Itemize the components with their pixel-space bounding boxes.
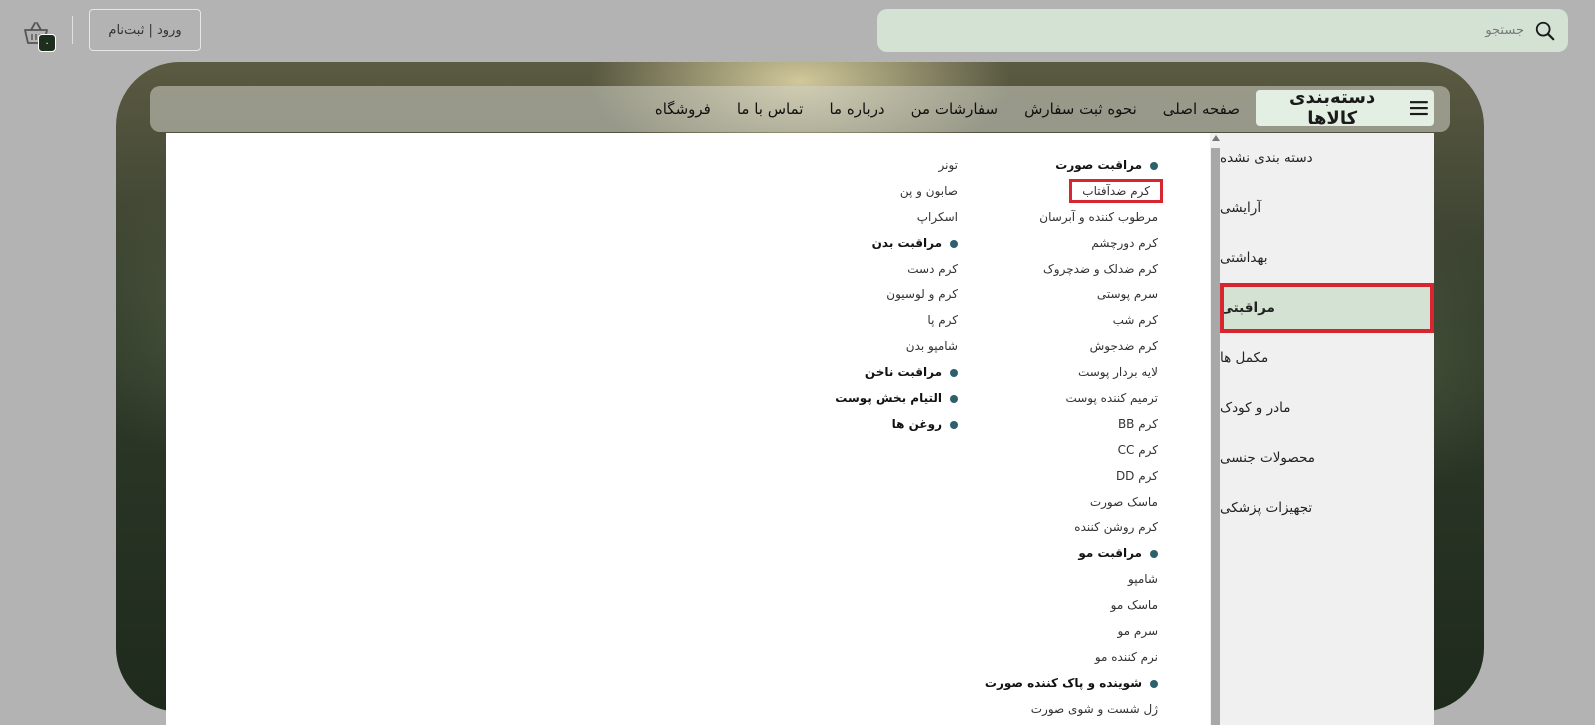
submenu-item[interactable]: ترمیم کننده پوست xyxy=(958,386,1158,412)
header-divider xyxy=(72,16,73,44)
nav-link-home[interactable]: صفحه اصلی xyxy=(1163,100,1240,118)
submenu-item[interactable]: کرم دست xyxy=(758,257,958,283)
cart-count-badge: ۰ xyxy=(38,34,56,52)
category-item-uncategorized[interactable]: دسته بندی نشده xyxy=(1220,136,1434,180)
submenu-item[interactable]: صابون و پن xyxy=(758,179,958,205)
login-register-button[interactable]: ورود | ثبت‌نام xyxy=(89,9,201,51)
category-item-adult-products[interactable]: محصولات جنسی xyxy=(1220,436,1434,480)
submenu-heading[interactable]: التیام بخش پوست xyxy=(758,386,958,412)
submenu-item[interactable]: مرطوب کننده و آبرسان xyxy=(958,205,1158,231)
submenu-item[interactable]: کرم ضدجوش xyxy=(958,334,1158,360)
nav-links: صفحه اصلی نحوه ثبت سفارش سفارشات من دربا… xyxy=(655,86,1240,132)
submenu-item[interactable]: کرم دورچشم xyxy=(958,231,1158,257)
submenu-item[interactable]: کرم روشن کننده xyxy=(958,515,1158,541)
search-bar xyxy=(877,9,1568,52)
submenu-item-label: کرم ضدآفتاب xyxy=(1069,178,1163,203)
nav-link-my-orders[interactable]: سفارشات من xyxy=(911,100,998,118)
submenu-item[interactable]: ژل شست و شوی صورت xyxy=(958,697,1158,723)
category-item-cosmetics[interactable]: آرایشی xyxy=(1220,186,1434,230)
submenu-item[interactable]: لایه بردار پوست xyxy=(958,360,1158,386)
submenu-column-2: تونر صابون و پن اسکراپ مراقبت بدن کرم دس… xyxy=(758,153,958,438)
cart-button[interactable]: ۰ xyxy=(22,20,58,52)
submenu-item[interactable]: کرم شب xyxy=(958,308,1158,334)
submenu-item[interactable]: کرم BB xyxy=(958,412,1158,438)
scroll-up-arrow-icon[interactable] xyxy=(1212,135,1220,141)
category-item-medical-equipment[interactable]: تجهیزات پزشکی xyxy=(1220,486,1434,530)
categories-menu-label: دسته‌بندی کالاها xyxy=(1289,87,1376,129)
nav-link-shop[interactable]: فروشگاه xyxy=(655,100,711,118)
submenu-item[interactable]: کرم DD xyxy=(958,464,1158,490)
submenu-item[interactable]: کرم ضدلک و ضدچروک xyxy=(958,257,1158,283)
submenu-item[interactable]: ماسک صورت xyxy=(958,490,1158,516)
category-item-care[interactable]: مراقبتی xyxy=(1220,283,1434,333)
submenu-item[interactable]: اسکراپ xyxy=(758,205,958,231)
category-item-hygiene[interactable]: بهداشتی xyxy=(1220,236,1434,280)
nav-link-how-to-order[interactable]: نحوه ثبت سفارش xyxy=(1024,100,1137,118)
menu-scrollbar[interactable] xyxy=(1211,133,1220,725)
category-item-supplements[interactable]: مکمل ها xyxy=(1220,336,1434,380)
hamburger-icon xyxy=(1410,101,1428,116)
submenu-item[interactable]: کرم و لوسیون xyxy=(758,282,958,308)
submenu-item[interactable]: کرم پا xyxy=(758,308,958,334)
category-list: دسته بندی نشده آرایشی بهداشتی مراقبتی مک… xyxy=(1210,133,1434,725)
search-input[interactable] xyxy=(882,14,1526,47)
submenu-heading[interactable]: روغن ها xyxy=(758,412,958,438)
submenu-heading[interactable]: مراقبت مو xyxy=(958,541,1158,567)
submenu-item[interactable]: کرم ضدآفتاب xyxy=(958,178,1163,205)
submenu-item[interactable]: شامپو xyxy=(958,567,1158,593)
submenu-column-1: مراقبت صورت کرم ضدآفتاب مرطوب کننده و آب… xyxy=(958,153,1163,723)
scrollbar-thumb[interactable] xyxy=(1211,148,1220,725)
submenu-item[interactable]: سرم پوستی xyxy=(958,282,1158,308)
nav-link-about[interactable]: درباره ما xyxy=(829,100,884,118)
submenu-heading[interactable]: مراقبت بدن xyxy=(758,231,958,257)
submenu-item[interactable]: ماسک مو xyxy=(958,593,1158,619)
submenu-item[interactable]: شامپو بدن xyxy=(758,334,958,360)
submenu-heading[interactable]: شوینده و پاک کننده صورت xyxy=(958,671,1158,697)
categories-menu-button[interactable]: دسته‌بندی کالاها xyxy=(1256,87,1434,129)
submenu-item[interactable]: نرم کننده مو xyxy=(958,645,1158,671)
mega-menu-panel: دسته بندی نشده آرایشی بهداشتی مراقبتی مک… xyxy=(166,133,1434,725)
submenu-item[interactable]: تونر xyxy=(758,153,959,179)
main-navbar: دسته‌بندی کالاها صفحه اصلی نحوه ثبت سفار… xyxy=(150,86,1450,132)
nav-link-contact[interactable]: تماس با ما xyxy=(737,100,804,118)
submenu-item[interactable]: کرم CC xyxy=(958,438,1158,464)
submenu-heading[interactable]: مراقبت صورت xyxy=(958,153,1158,179)
submenu-heading[interactable]: مراقبت ناخن xyxy=(758,360,958,386)
submenu-item[interactable]: سرم مو xyxy=(958,619,1158,645)
category-item-mother-child[interactable]: مادر و کودک xyxy=(1220,386,1434,430)
search-icon[interactable] xyxy=(1534,20,1556,42)
